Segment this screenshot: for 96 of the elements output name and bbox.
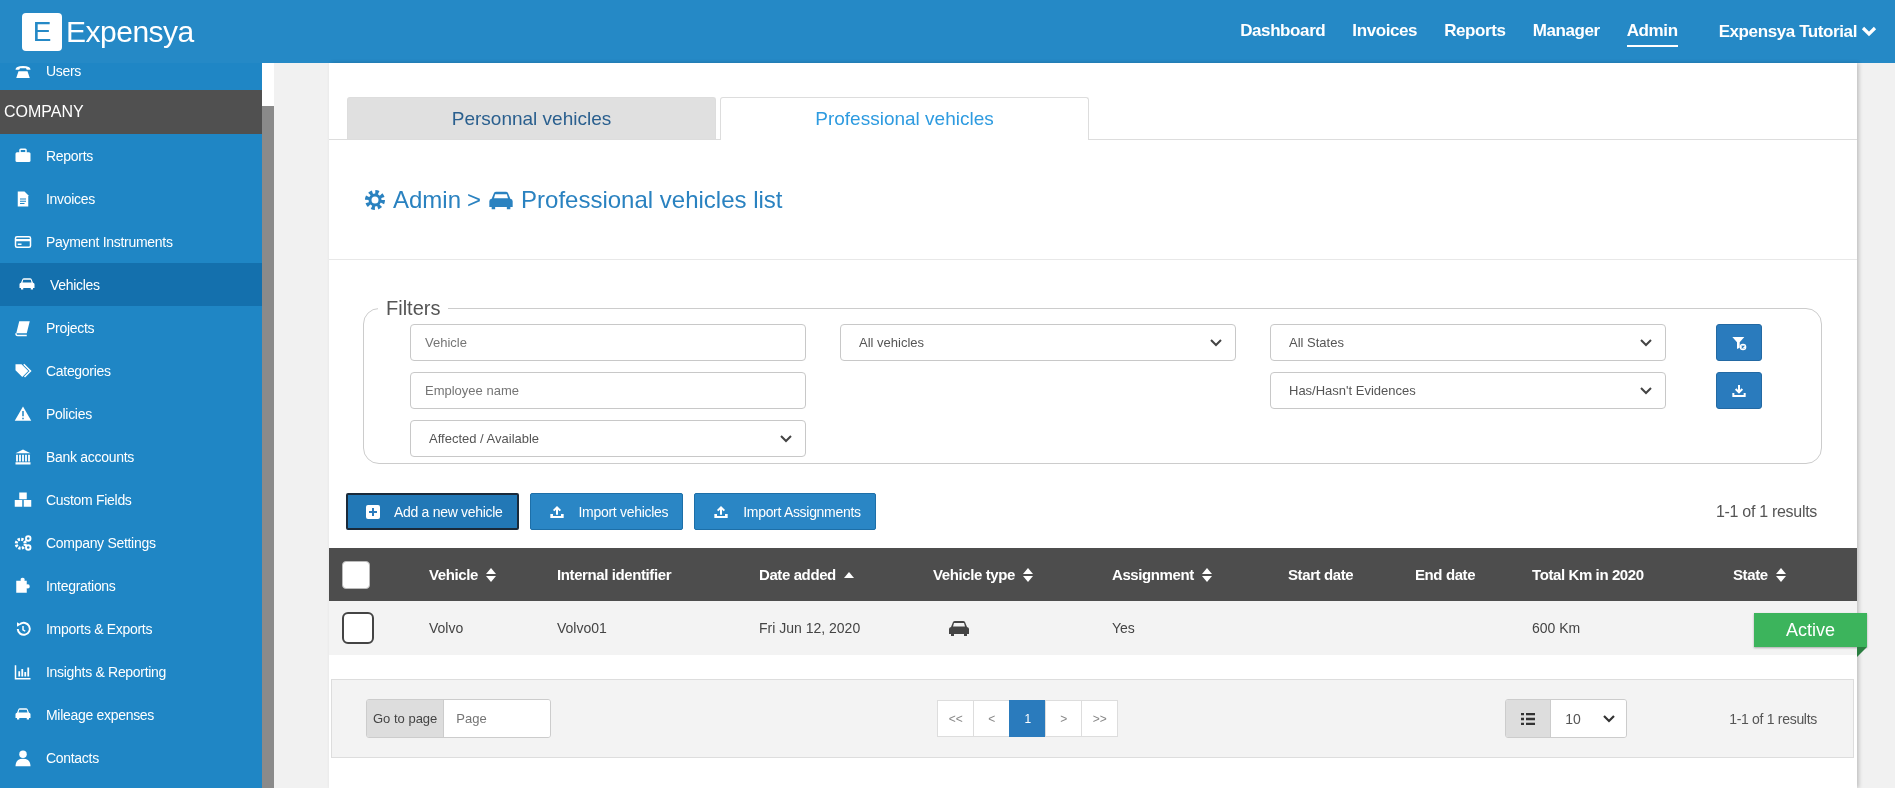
logo-text[interactable]: Expensya bbox=[66, 14, 194, 49]
user-icon bbox=[14, 748, 32, 767]
car-icon bbox=[947, 618, 971, 638]
sidebar-item[interactable]: Vehicles bbox=[0, 263, 262, 306]
upload-icon bbox=[713, 504, 730, 519]
status-badge: Active bbox=[1754, 613, 1867, 647]
sidebar-item[interactable]: Company Settings bbox=[0, 521, 262, 564]
sidebar-item[interactable]: Contacts bbox=[0, 736, 262, 779]
page-button[interactable]: >> bbox=[1081, 700, 1119, 737]
list-view-button[interactable] bbox=[1506, 700, 1552, 737]
breadcrumb-separator: > bbox=[467, 185, 482, 214]
page-button[interactable]: << bbox=[937, 700, 975, 737]
sidebar-item[interactable]: Bank accounts bbox=[0, 435, 262, 478]
column-header[interactable]: Date added bbox=[759, 566, 836, 583]
table-cell: Volvo01 bbox=[557, 620, 607, 636]
sidebar-item[interactable]: Mileage expenses bbox=[0, 693, 262, 736]
column-header[interactable]: State bbox=[1733, 566, 1768, 583]
user-menu[interactable]: Expensya Tutorial bbox=[1718, 21, 1877, 42]
action-button[interactable]: Import vehicles bbox=[529, 493, 684, 530]
column-header[interactable]: Vehicle type bbox=[933, 566, 1015, 583]
chevron-down-icon bbox=[1639, 385, 1653, 396]
dropdown[interactable]: Affected / Available bbox=[410, 420, 806, 457]
sidebar-item[interactable]: Categories bbox=[0, 349, 262, 392]
column-header[interactable]: Internal identifier bbox=[557, 566, 672, 583]
dropdown[interactable]: All vehicles bbox=[840, 324, 1236, 361]
book-icon bbox=[14, 318, 32, 337]
sidebar-item[interactable]: Users bbox=[0, 63, 262, 90]
list-icon bbox=[1521, 712, 1536, 725]
column-header[interactable]: End date bbox=[1415, 566, 1476, 583]
page-size-dropdown[interactable]: 10 bbox=[1551, 700, 1627, 737]
logo-icon[interactable]: E bbox=[22, 12, 62, 51]
puzzle-icon bbox=[14, 576, 32, 595]
input-field[interactable]: Employee name bbox=[410, 372, 806, 409]
ribbon-fold bbox=[1857, 647, 1867, 657]
sidebar-item[interactable]: Payment Instruments bbox=[0, 220, 262, 263]
gears-icon bbox=[14, 533, 32, 552]
page-button[interactable]: < bbox=[973, 700, 1011, 737]
section-header: COMPANY bbox=[0, 90, 262, 134]
sidebar-item[interactable]: Insights & Reporting bbox=[0, 650, 262, 693]
filters-legend: Filters bbox=[378, 297, 449, 320]
action-button[interactable]: Add a new vehicle bbox=[346, 493, 519, 530]
tags-icon bbox=[14, 361, 32, 380]
nav-link[interactable]: Admin bbox=[1626, 16, 1678, 47]
gear-icon bbox=[363, 187, 387, 212]
dropdown[interactable]: All States bbox=[1270, 324, 1666, 361]
chevron-down-icon bbox=[1639, 337, 1653, 348]
breadcrumb-link[interactable]: Admin bbox=[393, 185, 462, 214]
sidebar-item[interactable]: Policies bbox=[0, 392, 262, 435]
input-field[interactable]: Vehicle bbox=[410, 324, 806, 361]
table-cell: 600 Km bbox=[1532, 620, 1581, 636]
action-button[interactable]: Import Assignments bbox=[694, 493, 876, 530]
chevron-down-icon bbox=[1602, 713, 1617, 724]
column-header[interactable]: Total Km in 2020 bbox=[1532, 566, 1644, 583]
nav-link[interactable]: Manager bbox=[1532, 16, 1600, 47]
sidebar-scrollbar[interactable] bbox=[262, 63, 274, 788]
telephone-icon bbox=[14, 63, 32, 81]
plus-square-icon bbox=[366, 504, 380, 519]
upload-icon bbox=[548, 504, 565, 519]
history-icon bbox=[14, 619, 32, 638]
chevron-down-icon bbox=[1209, 337, 1223, 348]
row-checkbox[interactable] bbox=[342, 612, 374, 644]
sidebar-item[interactable]: Invoices bbox=[0, 177, 262, 220]
table-cell: Yes bbox=[1112, 620, 1135, 636]
nav-link[interactable]: Reports bbox=[1444, 16, 1506, 47]
download-button[interactable] bbox=[1716, 372, 1762, 409]
sidebar-item[interactable]: Reports bbox=[0, 134, 262, 177]
page-button[interactable]: > bbox=[1045, 700, 1083, 737]
table-cell: Fri Jun 12, 2020 bbox=[759, 620, 861, 636]
sidebar-item[interactable]: Projects bbox=[0, 306, 262, 349]
sidebar-item[interactable]: Imports & Exports bbox=[0, 607, 262, 650]
results-count: 1-1 of 1 results bbox=[1729, 710, 1817, 727]
column-header[interactable]: Assignment bbox=[1112, 566, 1194, 583]
page-button[interactable]: 1 bbox=[1009, 700, 1047, 737]
column-header[interactable]: Vehicle bbox=[429, 566, 478, 583]
nav-link[interactable]: Dashboard bbox=[1240, 16, 1326, 47]
nav-link[interactable]: Invoices bbox=[1352, 16, 1418, 47]
select-all-checkbox[interactable] bbox=[342, 560, 370, 589]
page-title: Professional vehicles list bbox=[521, 185, 783, 214]
table-cell: Volvo bbox=[429, 620, 464, 636]
chevron-down-icon bbox=[1861, 25, 1877, 38]
warning-icon bbox=[14, 404, 32, 423]
filter-clear-icon bbox=[1731, 334, 1747, 351]
bank-icon bbox=[14, 447, 32, 466]
sidebar-item[interactable]: Integrations bbox=[0, 564, 262, 607]
dropdown[interactable]: Has/Hasn't Evidences bbox=[1270, 372, 1666, 409]
cubes-icon bbox=[14, 490, 32, 509]
tab[interactable]: Professional vehicles bbox=[720, 97, 1089, 140]
chevron-down-icon bbox=[779, 433, 793, 444]
column-header[interactable]: Start date bbox=[1288, 566, 1354, 583]
tab[interactable]: Personnal vehicles bbox=[347, 97, 716, 139]
download-icon bbox=[1731, 382, 1747, 399]
results-count: 1-1 of 1 results bbox=[1715, 502, 1817, 521]
sidebar-item[interactable]: Custom Fields bbox=[0, 478, 262, 521]
bar-chart-icon bbox=[14, 662, 32, 681]
briefcase-icon bbox=[14, 146, 32, 165]
clear-filters-button[interactable] bbox=[1716, 324, 1762, 361]
